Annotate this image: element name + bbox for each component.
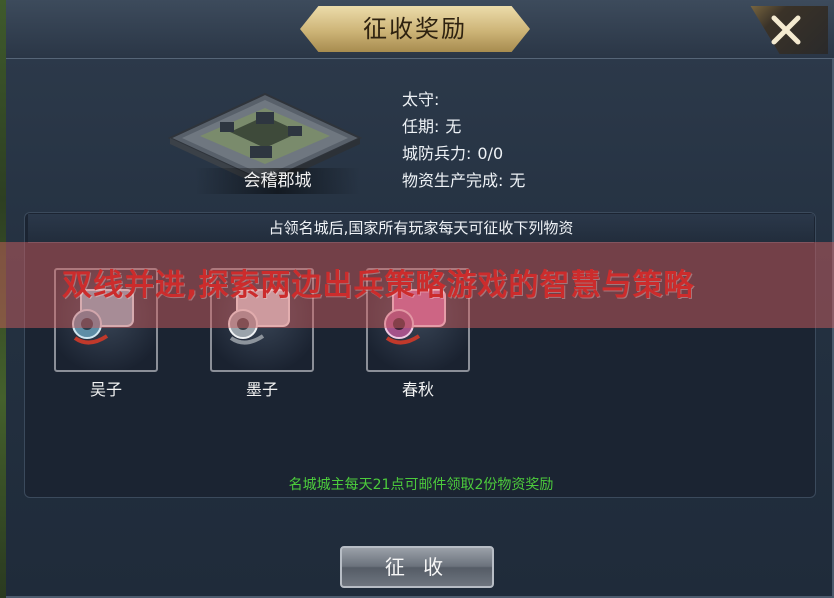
term-row: 任期: 无 <box>402 113 461 137</box>
item-label: 吴子 <box>89 380 122 399</box>
dialog-title: 征收奖励 <box>363 15 467 43</box>
city-name: 会稽郡城 <box>195 168 360 194</box>
defense-label: 城防兵力: <box>402 144 472 163</box>
reward-note: 名城城主每天21点可邮件领取2份物资奖励 <box>288 477 554 493</box>
defense-row: 城防兵力: 0/0 <box>402 140 503 164</box>
governor-row: 太守: <box>402 86 445 110</box>
production-label: 物资生产完成: <box>402 171 504 190</box>
term-value: 无 <box>445 117 462 136</box>
production-row: 物资生产完成: 无 <box>402 167 525 191</box>
collect-button-label[interactable]: 征 收 <box>340 546 494 588</box>
overlay-banner-text: 双线并进,探索两边出兵策略游戏的智慧与策略 <box>62 268 695 303</box>
production-value: 无 <box>509 171 526 190</box>
close-icon[interactable] <box>766 10 806 50</box>
panel-header: 占领名城后,国家所有玩家每天可征收下列物资 <box>28 214 814 243</box>
item-label: 春秋 <box>401 380 434 399</box>
governor-label: 太守: <box>402 90 440 109</box>
defense-value: 0/0 <box>477 144 504 163</box>
item-label: 墨子 <box>245 380 278 399</box>
term-label: 任期: <box>402 117 440 136</box>
